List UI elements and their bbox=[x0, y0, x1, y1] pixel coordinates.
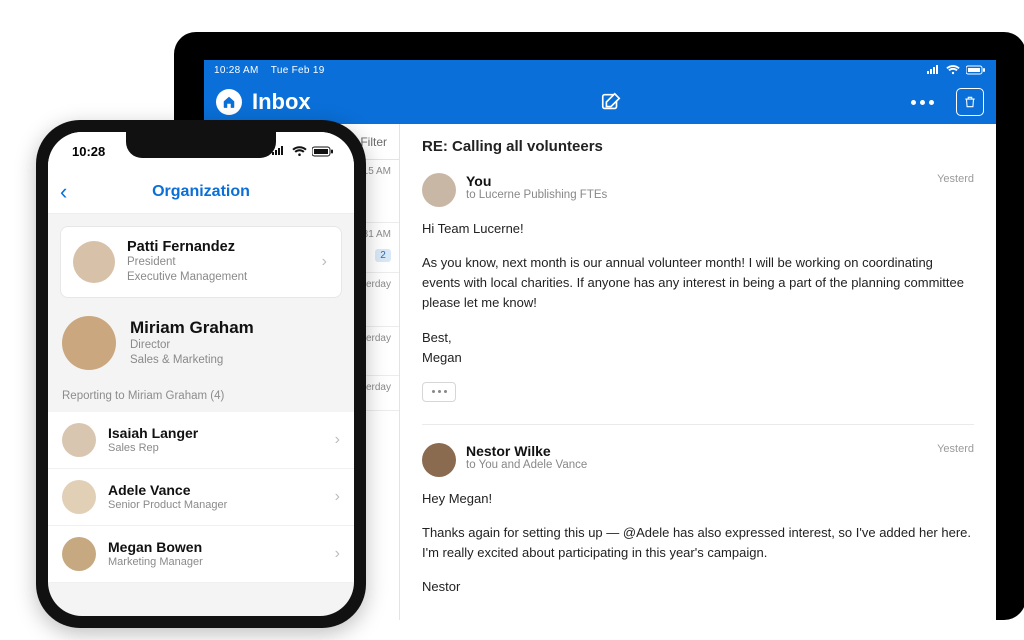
inbox-title: Inbox bbox=[252, 89, 311, 115]
reports-list: Isaiah Langer Sales Rep › Adele Vance Se… bbox=[48, 412, 354, 583]
tablet-status-time: 10:28 AM bbox=[214, 65, 259, 76]
mail-body-line: Best, bbox=[422, 328, 974, 348]
nav-title: Organization bbox=[152, 183, 250, 201]
sender-name: You bbox=[466, 173, 607, 189]
unread-badge: 2 bbox=[375, 249, 391, 262]
chevron-right-icon: › bbox=[335, 431, 340, 449]
avatar[interactable] bbox=[422, 443, 456, 477]
home-icon[interactable] bbox=[216, 89, 242, 115]
mail-message: You to Lucerne Publishing FTEs Yesterd H… bbox=[422, 173, 974, 402]
mail-subject: RE: Calling all volunteers bbox=[422, 138, 974, 155]
compose-icon[interactable] bbox=[600, 91, 622, 113]
avatar bbox=[73, 241, 115, 283]
mail-date: Yesterd bbox=[937, 443, 974, 455]
person-role: Director bbox=[130, 338, 254, 353]
wifi-icon bbox=[292, 146, 307, 157]
mail-body-line: As you know, next month is our annual vo… bbox=[422, 253, 974, 313]
phone-screen: 10:28 ‹ Organization Patti Fernandez Pre… bbox=[48, 132, 354, 616]
avatar[interactable] bbox=[422, 173, 456, 207]
tablet-status-bar: 10:28 AM Tue Feb 19 bbox=[204, 60, 996, 80]
person-name: Miriam Graham bbox=[130, 318, 254, 338]
avatar bbox=[62, 316, 116, 370]
recipients-line: to Lucerne Publishing FTEs bbox=[466, 189, 607, 201]
report-row[interactable]: Adele Vance Senior Product Manager › bbox=[48, 469, 354, 526]
report-row[interactable]: Isaiah Langer Sales Rep › bbox=[48, 412, 354, 469]
back-button[interactable]: ‹ bbox=[60, 179, 67, 205]
phone-notch bbox=[126, 132, 276, 158]
report-row[interactable]: Megan Bowen Marketing Manager › bbox=[48, 526, 354, 583]
tablet-status-date: Tue Feb 19 bbox=[271, 65, 325, 76]
person-dept: Sales & Marketing bbox=[130, 353, 254, 368]
reports-section-label: Reporting to Miriam Graham (4) bbox=[48, 384, 354, 412]
mail-body-line: Hi Team Lucerne! bbox=[422, 219, 974, 239]
focus-person-row[interactable]: Miriam Graham Director Sales & Marketing bbox=[48, 312, 354, 384]
phone-status-icons bbox=[271, 146, 334, 157]
person-name: Adele Vance bbox=[108, 482, 227, 498]
signal-icon bbox=[926, 65, 940, 75]
person-role: Marketing Manager bbox=[108, 555, 203, 569]
reading-pane: RE: Calling all volunteers You to Lucern… bbox=[400, 124, 996, 620]
mail-body-line: Megan bbox=[422, 348, 974, 368]
mail-body-line: Nestor bbox=[422, 577, 974, 597]
mail-message: Nestor Wilke to You and Adele Vance Yest… bbox=[422, 443, 974, 598]
avatar bbox=[62, 423, 96, 457]
recipients-line: to You and Adele Vance bbox=[466, 459, 587, 471]
chevron-right-icon: › bbox=[322, 253, 327, 271]
mail-body-line: Hey Megan! bbox=[422, 489, 974, 509]
more-menu-icon[interactable] bbox=[911, 100, 934, 105]
mail-body: Hey Megan! Thanks again for setting this… bbox=[422, 489, 974, 598]
chevron-right-icon: › bbox=[335, 488, 340, 506]
person-name: Patti Fernandez bbox=[127, 239, 247, 255]
person-role: President bbox=[127, 255, 247, 270]
delete-button[interactable] bbox=[956, 88, 984, 116]
phone-status-time: 10:28 bbox=[72, 144, 105, 159]
tablet-app-header: Inbox bbox=[204, 80, 996, 124]
person-role: Senior Product Manager bbox=[108, 498, 227, 512]
chevron-right-icon: › bbox=[335, 545, 340, 563]
filter-label: Filter bbox=[360, 135, 387, 149]
mail-body-line: Thanks again for setting this up — @Adel… bbox=[422, 523, 974, 563]
avatar bbox=[62, 480, 96, 514]
sender-name: Nestor Wilke bbox=[466, 443, 587, 459]
phone-device: 10:28 ‹ Organization Patti Fernandez Pre… bbox=[36, 120, 366, 628]
wifi-icon bbox=[946, 65, 960, 75]
battery-icon bbox=[966, 65, 986, 75]
person-name: Megan Bowen bbox=[108, 539, 203, 555]
person-dept: Executive Management bbox=[127, 270, 247, 285]
person-role: Sales Rep bbox=[108, 441, 198, 455]
battery-icon bbox=[312, 146, 334, 157]
message-divider bbox=[422, 424, 974, 425]
person-name: Isaiah Langer bbox=[108, 425, 198, 441]
mail-date: Yesterd bbox=[937, 173, 974, 185]
tablet-status-right bbox=[926, 65, 986, 75]
phone-nav-bar: ‹ Organization bbox=[48, 170, 354, 214]
manager-card[interactable]: Patti Fernandez President Executive Mana… bbox=[60, 226, 342, 298]
mail-body: Hi Team Lucerne! As you know, next month… bbox=[422, 219, 974, 402]
expand-quoted-button[interactable] bbox=[422, 382, 456, 402]
avatar bbox=[62, 537, 96, 571]
